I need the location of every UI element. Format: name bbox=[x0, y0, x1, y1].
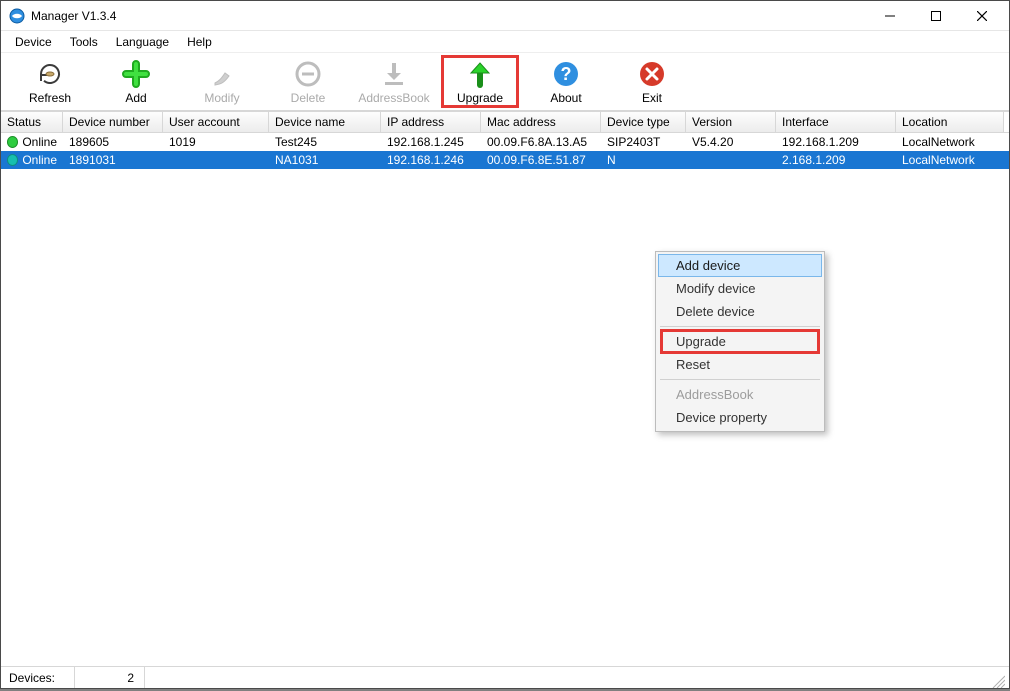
cell-version: V5.4.20 bbox=[686, 135, 776, 149]
upgrade-button[interactable]: Upgrade bbox=[437, 53, 523, 110]
titlebar: Manager V1.3.4 bbox=[1, 1, 1009, 31]
statusbar: Devices: 2 bbox=[1, 666, 1009, 688]
arrow-up-icon bbox=[465, 58, 495, 90]
statusbar-label: Devices: bbox=[5, 667, 75, 688]
statusbar-count: 2 bbox=[75, 667, 145, 688]
menu-tools[interactable]: Tools bbox=[62, 33, 106, 51]
cm-modify-device[interactable]: Modify device bbox=[658, 277, 822, 300]
status-online-icon bbox=[7, 154, 18, 166]
cell-status: Online bbox=[22, 135, 57, 149]
col-version[interactable]: Version bbox=[686, 112, 776, 132]
cell-device-type: N bbox=[601, 153, 686, 167]
close-circle-icon bbox=[637, 58, 667, 90]
menu-device[interactable]: Device bbox=[7, 33, 60, 51]
cm-separator bbox=[660, 326, 820, 327]
grid-header: Status Device number User account Device… bbox=[1, 111, 1009, 133]
menu-language[interactable]: Language bbox=[108, 33, 177, 51]
toolbar: Refresh Add Modify bbox=[1, 53, 1009, 111]
app-window: Manager V1.3.4 Device Tools Language Hel… bbox=[0, 0, 1010, 689]
about-button[interactable]: ? About bbox=[523, 53, 609, 110]
col-device-name[interactable]: Device name bbox=[269, 112, 381, 132]
table-row[interactable]: Online 189605 1019 Test245 192.168.1.245… bbox=[1, 133, 1009, 151]
context-menu: Add device Modify device Delete device U… bbox=[655, 251, 825, 432]
cell-status: Online bbox=[22, 153, 57, 167]
cell-device-number: 1891031 bbox=[63, 153, 163, 167]
cm-addressbook[interactable]: AddressBook bbox=[658, 383, 822, 406]
svg-text:?: ? bbox=[561, 64, 572, 84]
cm-reset[interactable]: Reset bbox=[658, 353, 822, 376]
col-mac-address[interactable]: Mac address bbox=[481, 112, 601, 132]
resize-grip-icon[interactable] bbox=[989, 672, 1005, 688]
cell-location: LocalNetwork bbox=[896, 135, 1004, 149]
close-button[interactable] bbox=[959, 1, 1005, 31]
minus-circle-icon bbox=[293, 58, 323, 90]
col-location[interactable]: Location bbox=[896, 112, 1004, 132]
refresh-button[interactable]: Refresh bbox=[7, 53, 93, 110]
cell-device-type: SIP2403T bbox=[601, 135, 686, 149]
minimize-button[interactable] bbox=[867, 1, 913, 31]
cell-mac: 00.09.F6.8E.51.87 bbox=[481, 153, 601, 167]
exit-button[interactable]: Exit bbox=[609, 53, 695, 110]
col-device-number[interactable]: Device number bbox=[63, 112, 163, 132]
cm-device-property[interactable]: Device property bbox=[658, 406, 822, 429]
cell-interface: 192.168.1.209 bbox=[776, 135, 896, 149]
addressbook-button[interactable]: AddressBook bbox=[351, 53, 437, 110]
cell-device-name: Test245 bbox=[269, 135, 381, 149]
cm-upgrade[interactable]: Upgrade bbox=[658, 330, 822, 353]
cell-mac: 00.09.F6.8A.13.A5 bbox=[481, 135, 601, 149]
cell-ip: 192.168.1.245 bbox=[381, 135, 481, 149]
cell-device-name: NA1031 bbox=[269, 153, 381, 167]
refresh-icon bbox=[35, 58, 65, 90]
device-grid: Status Device number User account Device… bbox=[1, 111, 1009, 666]
col-user-account[interactable]: User account bbox=[163, 112, 269, 132]
cell-interface: 2.168.1.209 bbox=[776, 153, 896, 167]
menu-help[interactable]: Help bbox=[179, 33, 220, 51]
modify-button[interactable]: Modify bbox=[179, 53, 265, 110]
col-ip-address[interactable]: IP address bbox=[381, 112, 481, 132]
cm-add-device[interactable]: Add device bbox=[658, 254, 822, 277]
download-icon bbox=[379, 58, 409, 90]
question-icon: ? bbox=[551, 58, 581, 90]
cm-delete-device[interactable]: Delete device bbox=[658, 300, 822, 323]
cm-separator bbox=[660, 379, 820, 380]
status-online-icon bbox=[7, 136, 18, 148]
window-title: Manager V1.3.4 bbox=[31, 9, 116, 23]
delete-button[interactable]: Delete bbox=[265, 53, 351, 110]
cell-device-number: 189605 bbox=[63, 135, 163, 149]
menubar: Device Tools Language Help bbox=[1, 31, 1009, 53]
add-button[interactable]: Add bbox=[93, 53, 179, 110]
grid-body: Online 189605 1019 Test245 192.168.1.245… bbox=[1, 133, 1009, 169]
cell-location: LocalNetwork bbox=[896, 153, 1004, 167]
plus-icon bbox=[121, 58, 151, 90]
maximize-button[interactable] bbox=[913, 1, 959, 31]
brush-icon bbox=[207, 58, 237, 90]
app-icon bbox=[9, 8, 25, 24]
col-interface[interactable]: Interface bbox=[776, 112, 896, 132]
cell-ip: 192.168.1.246 bbox=[381, 153, 481, 167]
cell-user-account: 1019 bbox=[163, 135, 269, 149]
col-device-type[interactable]: Device type bbox=[601, 112, 686, 132]
table-row[interactable]: Online 1891031 NA1031 192.168.1.246 00.0… bbox=[1, 151, 1009, 169]
col-status[interactable]: Status bbox=[1, 112, 63, 132]
